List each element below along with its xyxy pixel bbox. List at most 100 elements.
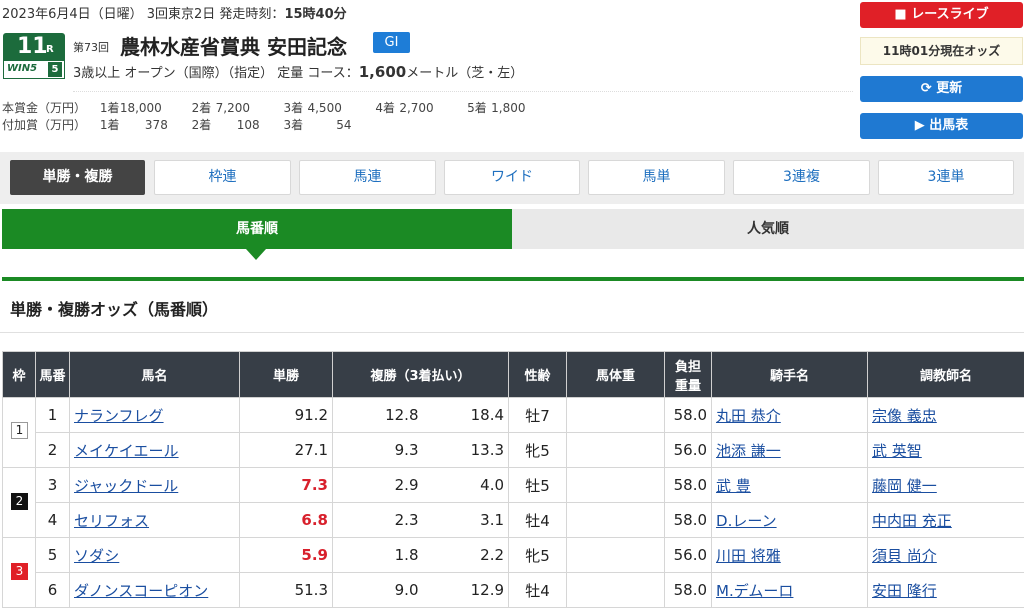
- umaban-cell: 6: [36, 573, 70, 608]
- sex-age-cell: 牡5: [509, 468, 567, 503]
- place-odds-low: 1.8: [333, 538, 423, 573]
- horse-name-link[interactable]: セリフォス: [74, 512, 149, 530]
- video-icon: ■: [894, 7, 911, 22]
- win-odds-cell: 91.2: [240, 398, 333, 433]
- jockey-link[interactable]: 川田 将雅: [716, 547, 781, 565]
- burden-weight-cell: 56.0: [665, 433, 712, 468]
- win-odds-cell: 27.1: [240, 433, 333, 468]
- post-time: 15時40分: [284, 7, 346, 22]
- place-odds-high: -13.3: [423, 433, 509, 468]
- trainer-link[interactable]: 藤岡 健一: [872, 477, 937, 495]
- refresh-button[interactable]: ⟳ 更新: [860, 76, 1023, 102]
- sort-by-number-tab[interactable]: 馬番順: [2, 209, 512, 249]
- body-weight-cell: [567, 468, 665, 503]
- waku-cell: 3: [3, 538, 36, 608]
- body-weight-cell: [567, 538, 665, 573]
- horse-name-link[interactable]: ソダシ: [74, 547, 119, 565]
- tab-trifecta[interactable]: 3連単: [878, 160, 1014, 195]
- horse-name-link[interactable]: メイケイエール: [74, 442, 179, 460]
- race-conditions: 3歳以上 オープン（国際）（指定） 定量 コース：1,600メートル（芝・左）: [73, 62, 523, 81]
- burden-weight-cell: 58.0: [665, 503, 712, 538]
- umaban-cell: 2: [36, 433, 70, 468]
- horse-name-cell: セリフォス: [70, 503, 240, 538]
- sex-age-cell: 牝5: [509, 538, 567, 573]
- trainer-link[interactable]: 宗像 義忠: [872, 407, 937, 425]
- win-odds-cell: 7.3: [240, 468, 333, 503]
- jockey-link[interactable]: D.レーン: [716, 512, 777, 530]
- sex-age-cell: 牝5: [509, 433, 567, 468]
- jockey-link[interactable]: 武 豊: [716, 477, 751, 495]
- jockey-cell: 武 豊: [712, 468, 868, 503]
- jockey-link[interactable]: 池添 謙一: [716, 442, 781, 460]
- tab-quinella[interactable]: 馬連: [299, 160, 436, 195]
- horse-name-link[interactable]: ダノンスコーピオン: [74, 582, 208, 600]
- tab-trio[interactable]: 3連複: [733, 160, 870, 195]
- horse-name-cell: メイケイエール: [70, 433, 240, 468]
- waku-cell: 2: [3, 468, 36, 538]
- jockey-cell: 川田 将雅: [712, 538, 868, 573]
- sex-age-cell: 牡4: [509, 503, 567, 538]
- tab-wide[interactable]: ワイド: [444, 160, 580, 195]
- race-date-info: 2023年6月4日（日曜） 3回東京2日 発走時刻：15時40分: [2, 3, 347, 22]
- col-place-odds: 複勝（3着払い）: [333, 352, 509, 398]
- col-trainer: 調教師名: [868, 352, 1024, 398]
- place-odds-low: 2.9: [333, 468, 423, 503]
- additional-prize-row: 付加賞（万円） 1着378 2着108 3着54: [2, 116, 351, 133]
- place-odds-low: 2.3: [333, 503, 423, 538]
- table-row: 4 セリフォス 6.8 2.3 -3.1 牡4 58.0 D.レーン 中内田 充…: [3, 503, 1024, 538]
- col-umaban: 馬番: [36, 352, 70, 398]
- trainer-link[interactable]: 安田 隆行: [872, 582, 937, 600]
- tab-bracket-quinella[interactable]: 枠連: [154, 160, 291, 195]
- race-card-button[interactable]: ▶ 出馬表: [860, 113, 1023, 139]
- jockey-cell: D.レーン: [712, 503, 868, 538]
- col-waku: 枠: [3, 352, 36, 398]
- place-odds-high: -2.2: [423, 538, 509, 573]
- refresh-icon: ⟳: [921, 81, 936, 96]
- trainer-cell: 中内田 充正: [868, 503, 1024, 538]
- table-row: 1 1 ナランフレグ 91.2 12.8 -18.4 牡7 58.0 丸田 恭介…: [3, 398, 1024, 433]
- tab-exacta[interactable]: 馬単: [588, 160, 725, 195]
- race-title: 農林水産省賞典 安田記念: [120, 31, 347, 60]
- trainer-cell: 武 英智: [868, 433, 1024, 468]
- place-odds-high: -4.0: [423, 468, 509, 503]
- place-odds-high: -12.9: [423, 573, 509, 608]
- trainer-link[interactable]: 武 英智: [872, 442, 922, 460]
- trainer-link[interactable]: 須貝 尚介: [872, 547, 937, 565]
- table-row: 3 5 ソダシ 5.9 1.8 -2.2 牝5 56.0 川田 将雅 須貝 尚介: [3, 538, 1024, 573]
- sort-by-popularity-tab[interactable]: 人気順: [512, 209, 1024, 249]
- jockey-cell: 丸田 恭介: [712, 398, 868, 433]
- odds-timestamp: 11時01分現在オッズ: [860, 37, 1023, 65]
- table-header-row: 枠 馬番 馬名 単勝 複勝（3着払い） 性齢 馬体重 負担重量 騎手名 調教師名: [3, 352, 1024, 398]
- umaban-cell: 4: [36, 503, 70, 538]
- table-row: 2 メイケイエール 27.1 9.3 -13.3 牝5 56.0 池添 謙一 武…: [3, 433, 1024, 468]
- place-odds-high: -18.4: [423, 398, 509, 433]
- tab-win-place[interactable]: 単勝・複勝: [10, 160, 145, 195]
- bet-type-tabs: 単勝・複勝 枠連 馬連 ワイド 馬単 3連複 3連単: [0, 152, 1024, 204]
- race-live-button[interactable]: ■ レースライブ: [860, 2, 1023, 28]
- jockey-cell: 池添 謙一: [712, 433, 868, 468]
- horse-name-link[interactable]: ナランフレグ: [74, 407, 164, 425]
- jockey-link[interactable]: M.デムーロ: [716, 582, 793, 600]
- horse-name-cell: ナランフレグ: [70, 398, 240, 433]
- umaban-cell: 3: [36, 468, 70, 503]
- distance: 1,600: [359, 63, 406, 81]
- trainer-link[interactable]: 中内田 充正: [872, 512, 952, 530]
- trainer-cell: 須貝 尚介: [868, 538, 1024, 573]
- race-number-badge: 11R: [3, 33, 65, 60]
- section-title: 単勝・複勝オッズ（馬番順）: [10, 296, 218, 320]
- jockey-link[interactable]: 丸田 恭介: [716, 407, 781, 425]
- jockey-cell: M.デムーロ: [712, 573, 868, 608]
- horse-name-cell: ジャックドール: [70, 468, 240, 503]
- waku-badge: 2: [11, 493, 28, 510]
- divider: [0, 332, 1024, 333]
- table-row: 2 3 ジャックドール 7.3 2.9 -4.0 牡5 58.0 武 豊 藤岡 …: [3, 468, 1024, 503]
- umaban-cell: 5: [36, 538, 70, 573]
- prize-money-row: 本賞金（万円） 1着18,000 2着7,200 3着4,500 4着2,700…: [2, 99, 555, 116]
- table-row: 6 ダノンスコーピオン 51.3 9.0 -12.9 牡4 58.0 M.デムー…: [3, 573, 1024, 608]
- place-odds-low: 12.8: [333, 398, 423, 433]
- waku-badge: 1: [11, 422, 28, 439]
- horse-name-link[interactable]: ジャックドール: [74, 477, 178, 495]
- col-sex-age: 性齢: [509, 352, 567, 398]
- horse-name-cell: ダノンスコーピオン: [70, 573, 240, 608]
- sex-age-cell: 牡7: [509, 398, 567, 433]
